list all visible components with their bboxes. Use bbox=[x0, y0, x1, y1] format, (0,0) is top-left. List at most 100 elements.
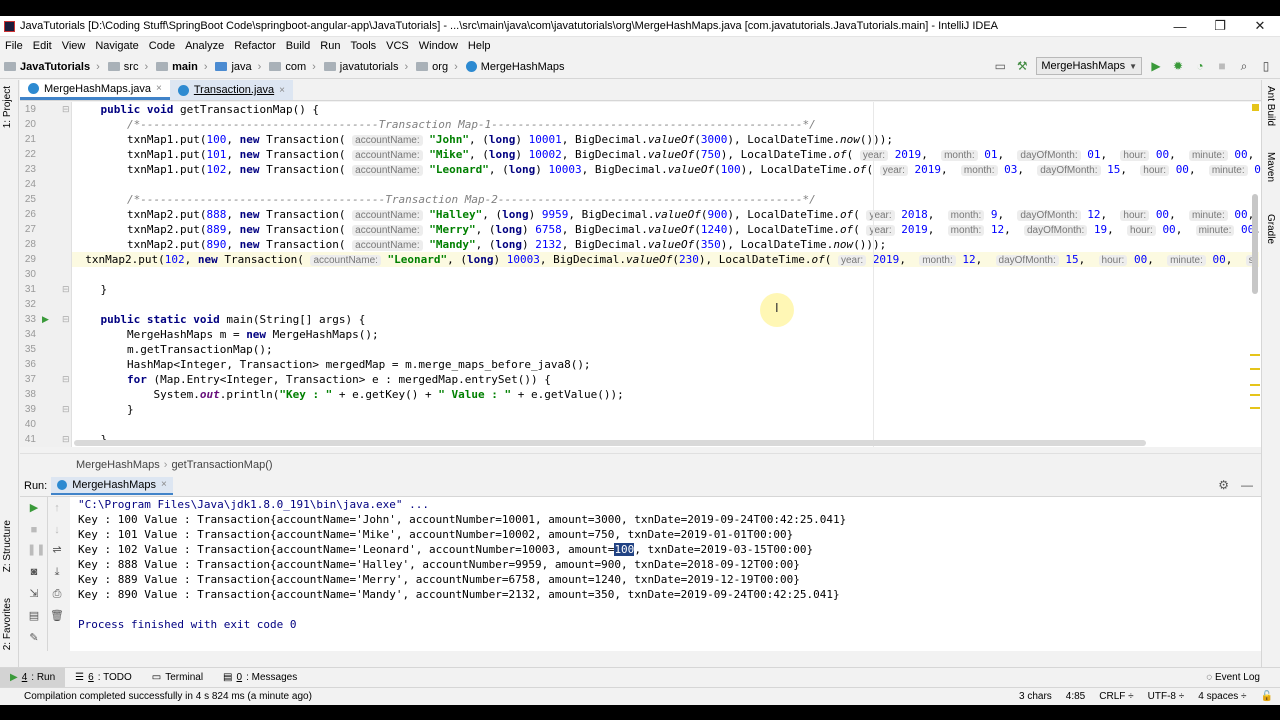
gear-icon[interactable]: ⚙ bbox=[1218, 478, 1229, 492]
status-position[interactable]: 4:85 bbox=[1059, 691, 1092, 702]
code-area[interactable]: public void getTransactionMap() { /*----… bbox=[72, 102, 1261, 447]
menu-help[interactable]: Help bbox=[463, 40, 496, 52]
stop-icon[interactable]: ■ bbox=[1214, 58, 1230, 74]
build-hammer-icon[interactable]: ⚒ bbox=[1014, 58, 1030, 74]
soft-wrap-icon[interactable]: ⇌ bbox=[50, 543, 64, 557]
code-line: public void getTransactionMap() { bbox=[100, 103, 320, 116]
tool-maven[interactable]: Maven bbox=[1265, 152, 1276, 182]
run-config-icon bbox=[57, 479, 68, 490]
menu-build[interactable]: Build bbox=[281, 40, 315, 52]
menu-code[interactable]: Code bbox=[144, 40, 180, 52]
search-icon[interactable]: ⌕ bbox=[1236, 58, 1252, 74]
code-line: } bbox=[74, 283, 108, 296]
up-arrow-icon[interactable]: ↑ bbox=[50, 501, 64, 515]
status-line-separator[interactable]: CRLF ÷ bbox=[1092, 691, 1140, 702]
breadcrumb-method[interactable]: getTransactionMap() bbox=[171, 459, 272, 471]
camera-icon[interactable]: ◙ bbox=[27, 565, 41, 579]
menu-view[interactable]: View bbox=[57, 40, 91, 52]
crumb-class[interactable]: MergeHashMaps bbox=[462, 61, 569, 73]
warning-marker[interactable] bbox=[1250, 394, 1260, 396]
layout-icon[interactable]: ▤ bbox=[27, 609, 41, 623]
tool-structure[interactable]: Z: Structure bbox=[2, 520, 13, 572]
tool-messages[interactable]: ▤ 0: Messages bbox=[213, 668, 307, 688]
run-console[interactable]: "C:\Program Files\Java\jdk1.8.0_191\bin\… bbox=[70, 497, 1261, 651]
tool-project[interactable]: 1: Project bbox=[2, 86, 13, 128]
menu-refactor[interactable]: Refactor bbox=[229, 40, 281, 52]
minimize-button[interactable]: — bbox=[1160, 19, 1200, 34]
crumb-com[interactable]: com › bbox=[265, 61, 319, 73]
menu-window[interactable]: Window bbox=[414, 40, 463, 52]
bottom-tool-strip: ▶ 4: Run ☰ 6: TODO ▭ Terminal ▤ 0: Messages … bbox=[0, 667, 1280, 688]
event-log-button[interactable]: ◌ Event Log bbox=[1206, 672, 1260, 683]
rerun-icon[interactable]: ▶ bbox=[27, 501, 41, 515]
run-tab-mergehashmaps[interactable]: MergeHashMaps × bbox=[51, 476, 173, 495]
status-message[interactable]: Compilation completed successfully in 4 … bbox=[0, 691, 1012, 702]
tool-run[interactable]: ▶ 4: Run bbox=[0, 667, 66, 688]
hide-panel-icon[interactable]: — bbox=[1241, 478, 1253, 492]
menu-tools[interactable]: Tools bbox=[345, 40, 381, 52]
scroll-to-end-icon[interactable]: ⤓ bbox=[50, 565, 64, 579]
pause-icon[interactable]: ❚❚ bbox=[27, 543, 45, 557]
run-tool-header: Run: MergeHashMaps × ⚙ — bbox=[20, 475, 1261, 497]
status-encoding[interactable]: UTF-8 ÷ bbox=[1141, 691, 1192, 702]
crumb-src[interactable]: src › bbox=[104, 61, 152, 73]
close-button[interactable]: ✕ bbox=[1240, 18, 1280, 34]
pin-icon[interactable]: ✎ bbox=[27, 631, 41, 645]
run-gutter-icon[interactable]: ▶ bbox=[42, 312, 49, 327]
maximize-button[interactable]: ❐ bbox=[1200, 18, 1240, 34]
crumb-project[interactable]: JavaTutorials › bbox=[0, 61, 104, 73]
menu-run[interactable]: Run bbox=[315, 40, 345, 52]
close-icon[interactable]: × bbox=[279, 85, 285, 96]
fold-icon[interactable]: ⊟ bbox=[62, 432, 70, 447]
tab-mergehashmaps[interactable]: MergeHashMaps.java × bbox=[20, 80, 170, 100]
fold-icon[interactable]: ⊟ bbox=[62, 102, 70, 117]
run-icon[interactable]: ▶ bbox=[1148, 58, 1164, 74]
warning-marker[interactable] bbox=[1250, 407, 1260, 409]
tool-favorites[interactable]: 2: Favorites bbox=[2, 598, 13, 650]
more-icon[interactable]: ▯ bbox=[1258, 58, 1274, 74]
line-number: 30 bbox=[24, 269, 36, 280]
print-icon[interactable]: ⎙ bbox=[50, 587, 64, 601]
down-arrow-icon[interactable]: ↓ bbox=[50, 523, 64, 537]
fold-icon[interactable]: ⊟ bbox=[62, 282, 70, 297]
breadcrumb-class[interactable]: MergeHashMaps bbox=[76, 459, 160, 471]
tool-ant-build[interactable]: Ant Build bbox=[1265, 86, 1276, 126]
tool-terminal[interactable]: ▭ Terminal bbox=[142, 668, 213, 688]
close-icon[interactable]: × bbox=[161, 479, 167, 490]
console-line: Key : 888 Value : Transaction{accountNam… bbox=[78, 558, 800, 571]
fold-icon[interactable]: ⊟ bbox=[62, 312, 70, 327]
vertical-scrollbar[interactable] bbox=[1252, 194, 1258, 294]
close-icon[interactable]: × bbox=[156, 83, 162, 94]
coverage-icon[interactable]: ◔ bbox=[1192, 58, 1208, 74]
crumb-java[interactable]: java › bbox=[211, 61, 265, 73]
crumb-org[interactable]: org › bbox=[412, 61, 462, 73]
warning-marker[interactable] bbox=[1250, 384, 1260, 386]
warning-marker[interactable] bbox=[1250, 354, 1260, 356]
line-number: 24 bbox=[24, 179, 36, 190]
stop-icon[interactable]: ■ bbox=[27, 523, 41, 537]
menu-analyze[interactable]: Analyze bbox=[180, 40, 229, 52]
warning-marker[interactable] bbox=[1252, 104, 1259, 111]
trash-icon[interactable]: 🗑 bbox=[50, 609, 64, 623]
run-configuration-dropdown[interactable]: MergeHashMaps ▼ bbox=[1036, 57, 1142, 75]
tool-todo[interactable]: ☰ 6: TODO bbox=[65, 668, 142, 688]
status-indent[interactable]: 4 spaces ÷ bbox=[1191, 691, 1253, 702]
tab-transaction[interactable]: Transaction.java × bbox=[169, 80, 293, 100]
lock-icon[interactable]: 🔓 bbox=[1254, 691, 1280, 702]
code-editor[interactable]: 19 20 21 22 23 24 25 26 27 28 29 30 31 3… bbox=[20, 102, 1261, 447]
tool-gradle[interactable]: Gradle bbox=[1265, 214, 1276, 244]
login-icon[interactable]: ⇲ bbox=[27, 587, 41, 601]
menu-file[interactable]: File bbox=[0, 40, 28, 52]
fold-icon[interactable]: ⊟ bbox=[62, 372, 70, 387]
warning-marker[interactable] bbox=[1250, 368, 1260, 370]
code-line: System.out.println("Key : " + e.getKey()… bbox=[74, 388, 624, 401]
menu-edit[interactable]: Edit bbox=[28, 40, 57, 52]
fold-icon[interactable]: ⊟ bbox=[62, 402, 70, 417]
menu-vcs[interactable]: VCS bbox=[381, 40, 414, 52]
project-structure-icon[interactable]: ▭ bbox=[992, 58, 1008, 74]
horizontal-scrollbar[interactable] bbox=[74, 440, 1146, 446]
debug-icon[interactable]: ✹ bbox=[1170, 58, 1186, 74]
crumb-javatutorials[interactable]: javatutorials › bbox=[320, 61, 412, 73]
menu-navigate[interactable]: Navigate bbox=[90, 40, 143, 52]
crumb-main[interactable]: main › bbox=[152, 61, 211, 73]
